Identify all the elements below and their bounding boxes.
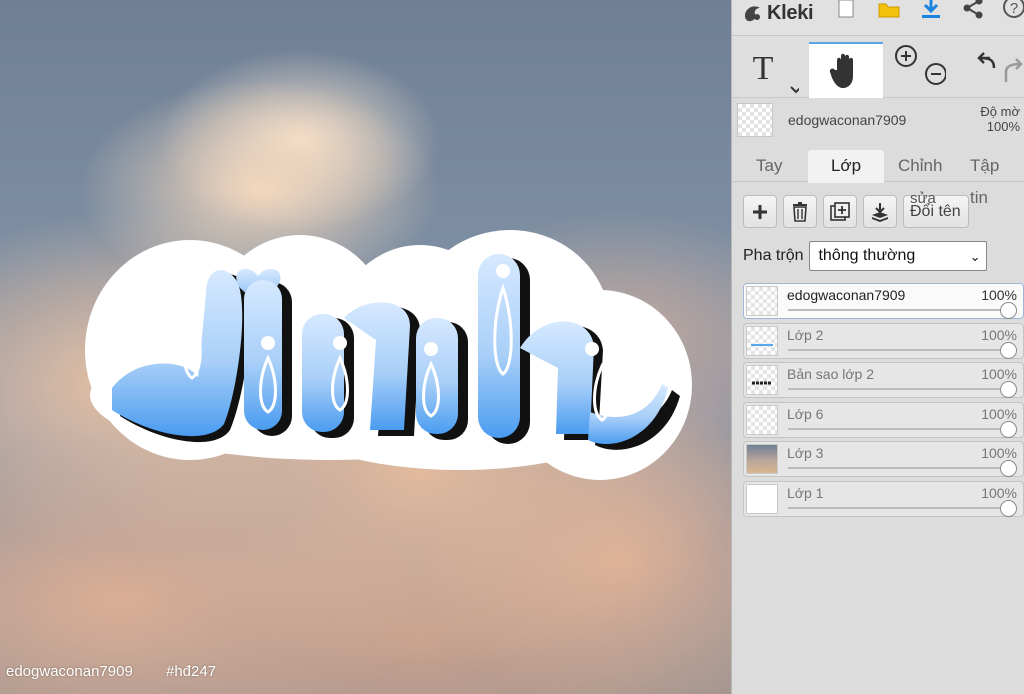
text-tool-button[interactable]: T [732,42,806,98]
tab-lop[interactable]: Lớp [808,150,884,183]
layer-opacity: 100% [981,445,1017,461]
layer-list: edogwaconan7909 100% Lớp 2 100% Bản sao … [743,283,1024,520]
layer-opacity-knob[interactable] [1000,381,1017,398]
layer-opacity: 100% [981,484,1017,501]
kleki-logo-icon [745,6,760,22]
top-bar: Kleki ? [732,0,1024,36]
layer-thumbnail [746,365,778,395]
layer-opacity: 100% [981,326,1017,343]
sticker-artwork [85,230,692,480]
layer-opacity-knob[interactable] [1000,341,1017,359]
blend-mode-select[interactable]: thông thường ⌄ [809,241,988,271]
rename-label: Đổi tên [910,203,961,220]
layer-opacity: 100% [981,405,1017,422]
layer-opacity: 100% [981,366,1017,382]
drawing-canvas[interactable]: edogwaconan7909 #hđ247 [0,0,731,694]
layer-opacity-knob[interactable] [1000,499,1017,517]
merge-down-icon [871,202,889,222]
layer-item[interactable]: Lớp 3 100% [743,441,1024,477]
layer-thumbnail [746,404,778,435]
layer-thumbnail [746,483,778,514]
layer-name: Lớp 3 [787,445,824,461]
layer-thumbnail-art [752,381,772,385]
duplicate-layer-button[interactable] [823,195,857,228]
current-layer-name: edogwaconan7909 [788,112,907,128]
layer-opacity-knob[interactable] [1000,420,1017,438]
opacity-value: 100% [986,119,1020,134]
trash-icon [793,201,807,222]
watermark-username: edogwaconan7909 [6,663,133,680]
blend-mode-value: thông thường [818,247,916,264]
download-icon[interactable] [920,0,942,20]
tab-chinh[interactable]: Chỉnh [884,150,956,183]
blend-mode-row: Pha trộn thông thường ⌄ [743,241,988,271]
tool-row: T [732,36,1024,98]
layer-opacity: 100% [981,287,1017,303]
undo-redo-icon[interactable] [970,44,1024,88]
share-icon[interactable] [962,0,984,19]
duplicate-icon [830,201,850,221]
layer-opacity-slider[interactable] [788,427,1017,430]
tab-tap-tin[interactable]: Tập tin [956,150,1024,207]
plus-icon [753,204,767,219]
current-layer-preview: edogwaconan7909 Độ mờ 100% [732,98,1024,144]
layer-opacity-slider[interactable] [788,467,1017,469]
chevron-down-icon: ⌄ [969,249,981,264]
current-layer-thumbnail [737,103,773,137]
open-folder-icon[interactable] [878,0,900,18]
layer-opacity-slider[interactable] [788,348,1017,351]
layer-item[interactable]: Lớp 1 100% [743,480,1024,517]
layer-opacity-slider[interactable] [788,309,1017,311]
layer-actions: sửa Đổi tên [743,190,969,228]
rename-layer-button[interactable]: sửa Đổi tên [903,190,969,228]
hand-tool-button[interactable] [809,42,883,98]
layer-item[interactable]: Bản sao lớp 2 100% [743,362,1024,398]
help-icon[interactable]: ? [1002,0,1024,20]
app-logo: Kleki [742,0,814,26]
blend-mode-label: Pha trộn [743,247,804,264]
layer-name: edogwaconan7909 [787,287,906,303]
text-t-icon: T [753,50,799,94]
layer-item[interactable]: Lớp 2 100% [743,322,1024,359]
opacity-label: Độ mờ [980,104,1020,119]
layer-opacity-slider[interactable] [788,506,1017,509]
zoom-in-out-icon[interactable] [894,42,946,88]
layer-item[interactable]: Lớp 6 100% [743,401,1024,438]
layer-thumbnail [746,444,778,474]
layer-item[interactable]: edogwaconan7909 100% [743,283,1024,319]
layer-name: Lớp 1 [787,484,824,501]
panel-tabs: Tay Lớp Chỉnh Tập tin [732,144,1024,207]
watermark-hashtag: #hđ247 [166,663,217,680]
app-name: Kleki [767,1,814,24]
layer-thumbnail-art [751,343,773,346]
right-panel: Kleki ? T edogwaconan7909 Độ mờ 100% Tay… [731,0,1024,694]
layer-thumbnail [746,325,778,356]
layer-name: Lớp 6 [787,405,824,422]
layer-thumbnail [746,286,778,316]
merge-down-button[interactable] [863,195,897,228]
svg-text:?: ? [1010,0,1018,17]
layer-name: Lớp 2 [787,326,824,343]
hand-icon [829,53,853,88]
layer-name: Bản sao lớp 2 [787,366,875,382]
opacity-readout[interactable]: Độ mờ 100% [980,104,1020,134]
new-file-icon[interactable] [838,0,854,18]
svg-text:T: T [753,50,774,87]
delete-layer-button[interactable] [783,195,817,228]
layer-opacity-knob[interactable] [1000,302,1017,319]
layer-opacity-slider[interactable] [788,388,1017,390]
layer-opacity-knob[interactable] [1000,460,1017,477]
tab-tay[interactable]: Tay [742,150,796,183]
add-layer-button[interactable] [743,195,777,228]
